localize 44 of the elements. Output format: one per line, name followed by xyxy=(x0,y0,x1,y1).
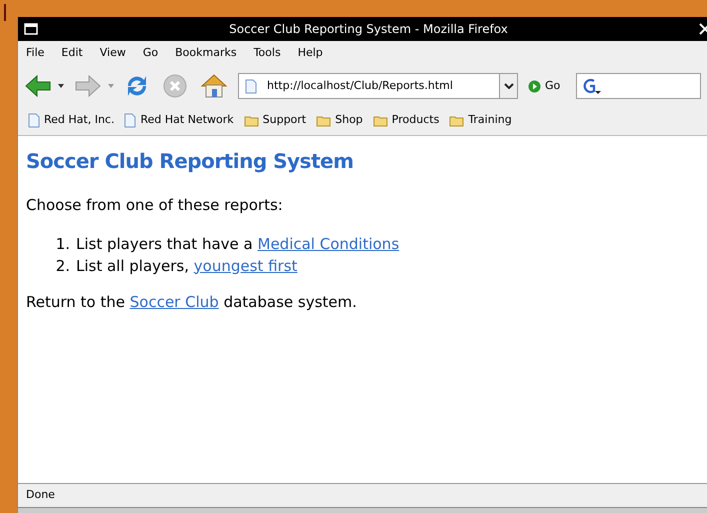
url-dropdown-button[interactable] xyxy=(499,74,517,98)
soccer-club-link[interactable]: Soccer Club xyxy=(130,292,219,310)
return-sentence: Return to the Soccer Club database system. xyxy=(26,292,358,312)
page-icon xyxy=(124,113,136,128)
window-menu-icon[interactable] xyxy=(24,23,38,35)
page-heading: Soccer Club Reporting System xyxy=(26,148,354,175)
report-link[interactable]: youngest first xyxy=(194,256,298,274)
url-text: http://localhost/Club/Reports.html xyxy=(267,78,454,94)
search-field[interactable] xyxy=(576,73,701,99)
bookmark-link[interactable]: Red Hat Network xyxy=(140,112,234,129)
menu-item[interactable]: Go xyxy=(142,45,158,62)
bookmark-link[interactable]: Support xyxy=(262,112,306,129)
list-number: 1. xyxy=(54,234,70,254)
address-field[interactable]: http://localhost/Club/Reports.html xyxy=(238,73,518,99)
folder-icon xyxy=(372,114,388,126)
intro-text: Choose from one of these reports: xyxy=(26,195,284,216)
menu-item[interactable]: View xyxy=(100,45,126,62)
report-item-text: List all players, youngest first xyxy=(76,256,298,276)
folder-icon xyxy=(244,114,259,126)
folder-icon xyxy=(316,114,332,126)
menu-item[interactable]: Edit xyxy=(61,45,83,62)
bookmark-link[interactable]: Products xyxy=(392,112,440,129)
bookmark-link[interactable]: Shop xyxy=(335,112,363,129)
status-text: Done xyxy=(26,487,55,504)
window-title: Soccer Club Reporting System - Mozilla Firefox xyxy=(229,21,508,38)
bookmark-link[interactable]: Red Hat, Inc. xyxy=(44,112,114,129)
page-icon xyxy=(28,113,40,128)
menu-item[interactable]: File xyxy=(26,45,44,62)
play-icon xyxy=(528,80,541,92)
page-icon xyxy=(245,78,257,94)
list-number: 2. xyxy=(54,256,70,276)
chevron-down-icon xyxy=(504,83,514,89)
menu-item[interactable]: Help xyxy=(298,45,323,62)
folder-icon xyxy=(449,114,464,126)
report-item-text: List players that have a Medical Conditions xyxy=(76,234,400,254)
go-button[interactable]: Go xyxy=(528,78,560,94)
back-arrow-icon[interactable] xyxy=(24,74,52,98)
report-link[interactable]: Medical Conditions xyxy=(258,234,400,252)
menu-item[interactable]: Tools xyxy=(254,45,281,62)
home-icon[interactable] xyxy=(200,73,228,99)
search-engine-icon[interactable] xyxy=(581,77,602,95)
bookmark-link[interactable]: Training xyxy=(468,112,512,129)
menu-item[interactable]: Bookmarks xyxy=(175,45,237,62)
dropdown-caret-icon[interactable] xyxy=(58,84,64,88)
